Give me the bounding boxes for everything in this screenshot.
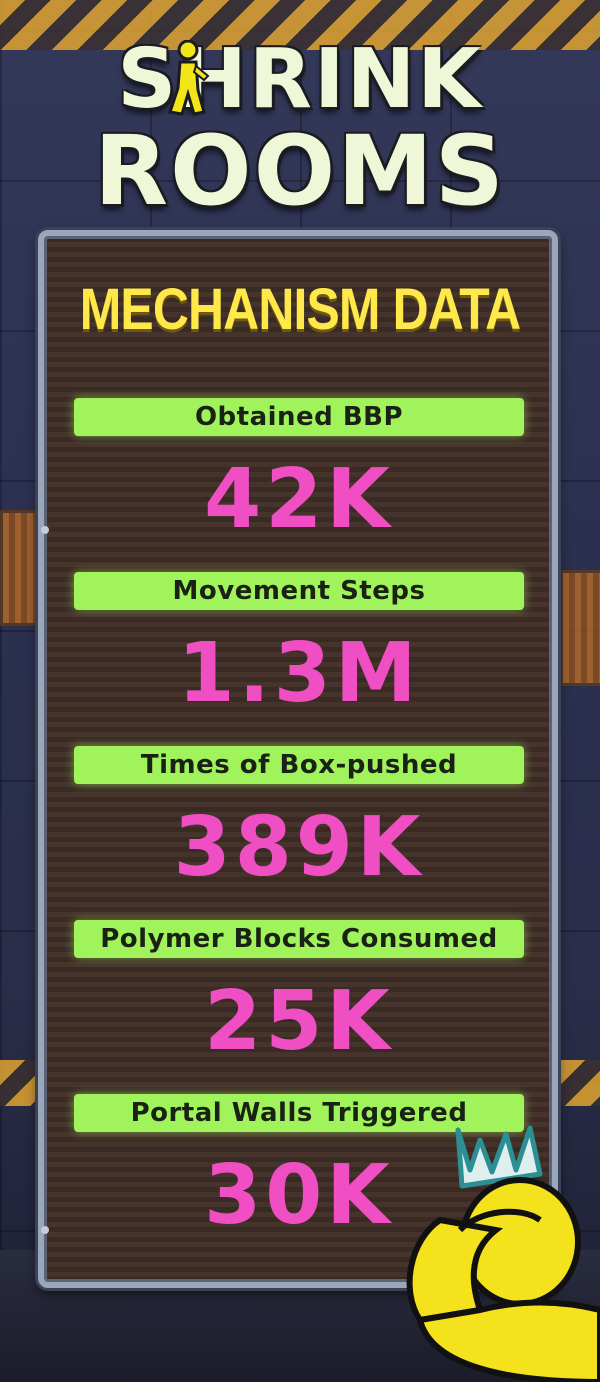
stat-value: 42K: [204, 452, 394, 547]
crate-right: [560, 570, 600, 686]
logo-line-2: ROOMS: [94, 115, 506, 227]
stat-value: 1.3M: [177, 626, 421, 721]
stat-movement-steps: Movement Steps 1.3M: [74, 572, 524, 724]
stat-label: Times of Box-pushed: [74, 746, 524, 784]
stat-obtained-bbp: Obtained BBP 42K: [74, 398, 524, 550]
stat-label: Polymer Blocks Consumed: [74, 920, 524, 958]
stat-label: Obtained BBP: [74, 398, 524, 436]
yellow-mascot-illustration: [406, 1125, 600, 1382]
stat-label: Movement Steps: [74, 572, 524, 610]
stat-polymer-blocks: Polymer Blocks Consumed 25K: [74, 920, 524, 1072]
runner-icon: [168, 40, 210, 116]
stat-value: 389K: [173, 800, 425, 895]
board-title: MECHANISM DATA: [79, 277, 521, 342]
logo-line-1: SHRINK: [117, 32, 483, 127]
stat-value: 25K: [204, 974, 394, 1069]
stat-box-pushed: Times of Box-pushed 389K: [74, 746, 524, 898]
game-logo: SHRINK ROOMS: [0, 32, 600, 227]
hazard-stripe-right: [560, 1060, 600, 1106]
